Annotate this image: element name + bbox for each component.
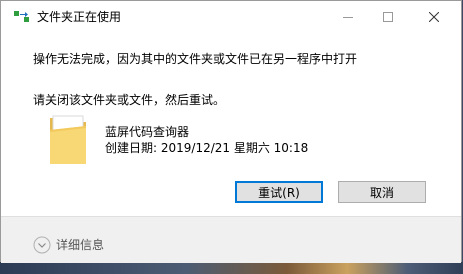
move-files-icon	[14, 10, 30, 24]
details-label: 详细信息	[56, 238, 105, 252]
maximize-icon	[383, 12, 393, 22]
file-name: 蓝屏代码查询器	[105, 125, 190, 139]
instruction-message: 请关闭该文件夹或文件，然后重试。	[33, 93, 226, 107]
retry-button[interactable]: 重试(R)	[235, 181, 323, 203]
title-bar[interactable]: 文件夹正在使用	[1, 1, 461, 33]
file-created-date: 创建日期: 2019/12/21 星期六 10:18	[105, 141, 309, 155]
close-icon	[429, 12, 439, 22]
window-title: 文件夹正在使用	[37, 10, 122, 24]
details-footer: 详细信息	[1, 216, 461, 263]
desktop-background	[0, 262, 463, 274]
cancel-button[interactable]: 取消	[338, 181, 426, 203]
minimize-icon	[343, 12, 353, 22]
folder-in-use-dialog: 文件夹正在使用 操作无法完成，因为其中的文件夹或文件已在另一程序中打开 请关闭该…	[0, 0, 462, 263]
maximize-button[interactable]	[365, 1, 411, 33]
folder-icon	[46, 112, 90, 168]
chevron-down-icon	[33, 236, 51, 254]
close-button[interactable]	[411, 1, 457, 33]
details-toggle[interactable]: 详细信息	[33, 235, 104, 255]
error-message: 操作无法完成，因为其中的文件夹或文件已在另一程序中打开	[33, 52, 358, 66]
